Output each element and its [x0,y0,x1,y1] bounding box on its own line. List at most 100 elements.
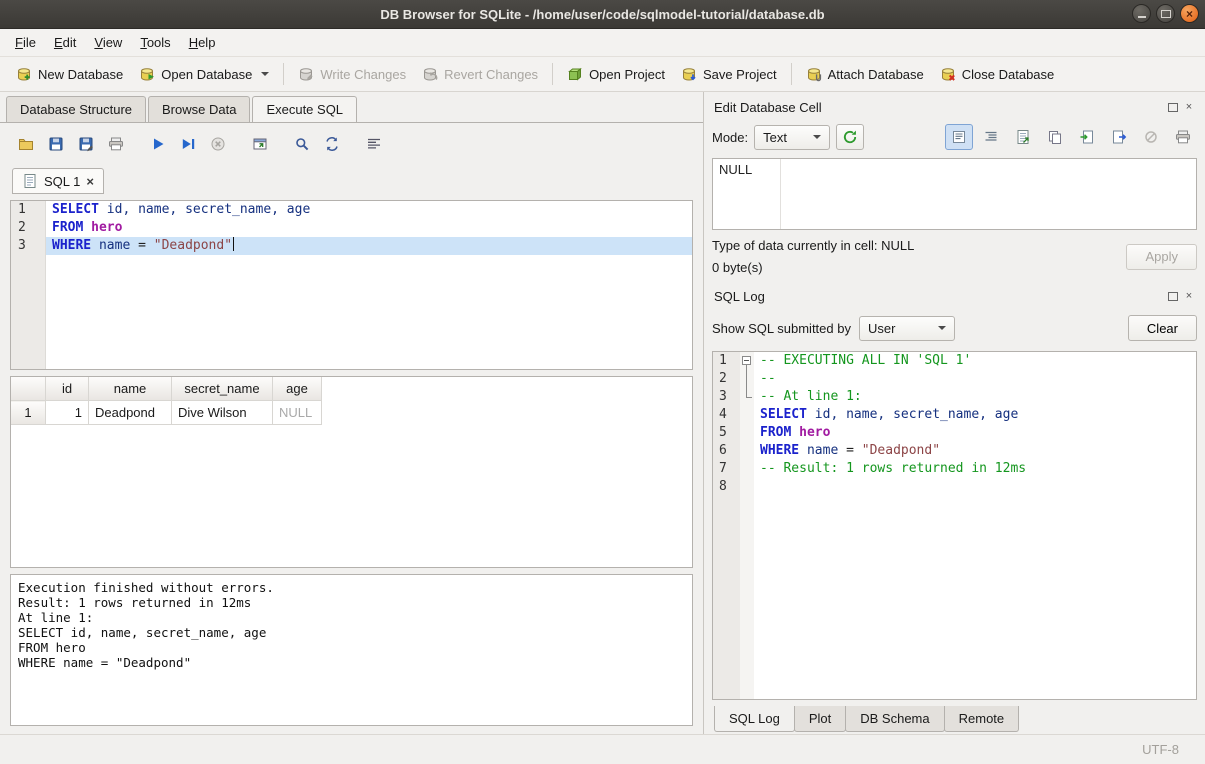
print-sql-button[interactable] [102,131,130,157]
editor-line: 2FROM hero [11,219,692,237]
find-replace-button[interactable] [318,131,346,157]
attach-database-button[interactable]: Attach Database [798,61,932,87]
print-cell-icon [1175,129,1191,145]
open-project-icon [567,66,583,82]
menu-file[interactable]: File [6,30,45,55]
mode-combo[interactable]: Text [754,125,830,150]
sql-token: = [130,238,153,253]
dock-tab-plot[interactable]: Plot [794,706,846,732]
cell[interactable]: 1 [46,401,89,425]
sql-tab[interactable]: SQL 1 × [12,168,104,194]
sql-token: -- At line 1: [760,389,862,404]
dock-tab-db-schema[interactable]: DB Schema [845,706,944,732]
line-number: 1 [713,352,740,370]
toolbar-button-label: Attach Database [828,67,924,82]
toolbar-separator [791,63,792,85]
log-line-code: FROM hero [754,424,1196,442]
sql-token: "Deadpond" [862,443,940,458]
import-text-button[interactable] [836,124,864,150]
open-database-button[interactable]: Open Database [131,61,277,87]
close-panel-icon: × [1186,291,1192,302]
auto-format-button[interactable] [360,131,388,157]
float-log-panel-button[interactable] [1167,290,1179,302]
dock-tab-remote[interactable]: Remote [944,706,1020,732]
dropdown-caret-icon[interactable] [261,72,269,76]
statusbar: UTF-8 [0,734,1205,764]
sql-log-view[interactable]: 1-- EXECUTING ALL IN 'SQL 1'2--3-- At li… [712,351,1197,700]
open-project-button[interactable]: Open Project [559,61,673,87]
log-line-code: SELECT id, name, secret_name, age [754,406,1196,424]
dock-tabbar: SQL LogPlotDB SchemaRemote [712,706,1197,734]
dock-tab-sql-log[interactable]: SQL Log [714,706,795,732]
row-header[interactable]: 1 [11,401,46,425]
new-database-button[interactable]: New Database [8,61,131,87]
tab-browse-data[interactable]: Browse Data [148,96,250,122]
cell[interactable]: Deadpond [89,401,172,425]
menu-help[interactable]: Help [180,30,225,55]
float-panel-button[interactable] [1167,101,1179,113]
line-number: 3 [11,237,46,255]
column-header-age[interactable]: age [273,377,322,401]
indent-view-button[interactable] [977,124,1005,150]
menu-edit[interactable]: Edit [45,30,85,55]
execute-all-button[interactable] [144,131,172,157]
toolbar-button-label: Revert Changes [444,67,538,82]
text-view-button[interactable] [945,124,973,150]
open-new-tab-button[interactable] [246,131,274,157]
sql-token: "Deadpond" [154,238,232,253]
column-header-secret-name[interactable]: secret_name [172,377,273,401]
close-panel-button[interactable]: × [1183,101,1195,113]
tab-database-structure[interactable]: Database Structure [6,96,146,122]
collapse-box-icon[interactable] [742,356,751,365]
close-database-button[interactable]: Close Database [932,61,1063,87]
results-grid[interactable]: idnamesecret_nameage11DeadpondDive Wilso… [10,376,693,568]
sql-editor[interactable]: 1SELECT id, name, secret_name, age2FROM … [10,200,693,370]
tab-execute-sql[interactable]: Execute SQL [252,96,357,123]
cell-editor[interactable]: NULL [712,158,1197,230]
sql-token: id, name, secret_name, age [107,202,311,217]
close-window-button[interactable]: × [1180,4,1199,23]
mode-label: Mode: [712,130,748,145]
sql-token: hero [91,220,122,235]
import-cell-button[interactable] [1073,124,1101,150]
open-sql-file-button[interactable] [12,131,40,157]
cell[interactable]: Dive Wilson [172,401,273,425]
export-cell-button[interactable] [1105,124,1133,150]
execute-sql-pane: SQL 1 × 1SELECT id, name, secret_name, a… [0,122,703,734]
menu-view[interactable]: View [85,30,131,55]
edit-cell-title: Edit Database Cell [714,100,1163,115]
find-button[interactable] [288,131,316,157]
maximize-button[interactable] [1156,4,1175,23]
execute-line-button[interactable] [174,131,202,157]
sql-token: -- Result: 1 rows returned in 12ms [760,461,1026,476]
editor-line-code: WHERE name = "Deadpond" [46,237,692,255]
column-header-id[interactable]: id [46,377,89,401]
save-sql-as-button[interactable] [72,131,100,157]
cell[interactable]: NULL [273,401,322,425]
grid-corner-cell[interactable] [11,377,46,401]
save-sql-file-button[interactable] [42,131,70,157]
save-project-button[interactable]: Save Project [673,61,785,87]
fold-margin [740,478,754,496]
close-panel-icon: × [1186,102,1192,113]
print-cell-button[interactable] [1169,124,1197,150]
encoding-label: UTF-8 [1142,742,1179,757]
new-database-icon [16,66,32,82]
clear-button[interactable]: Clear [1128,315,1197,341]
close-tab-icon[interactable]: × [86,175,94,188]
open-database-icon [139,66,155,82]
line-number: 6 [713,442,740,460]
save-sql-as-icon [78,136,94,152]
cell-type-info: Type of data currently in cell: NULL [712,238,1126,253]
fold-marker-icon[interactable] [740,352,754,370]
sql-token: SELECT [760,407,807,422]
open-in-editor-button[interactable] [1009,124,1037,150]
menu-tools[interactable]: Tools [131,30,179,55]
line-number: 5 [713,424,740,442]
sql-log-header: SQL Log × [712,285,1197,307]
copy-cell-button[interactable] [1041,124,1069,150]
close-log-panel-button[interactable]: × [1183,290,1195,302]
column-header-name[interactable]: name [89,377,172,401]
minimize-button[interactable] [1132,4,1151,23]
log-filter-combo[interactable]: User [859,316,955,341]
